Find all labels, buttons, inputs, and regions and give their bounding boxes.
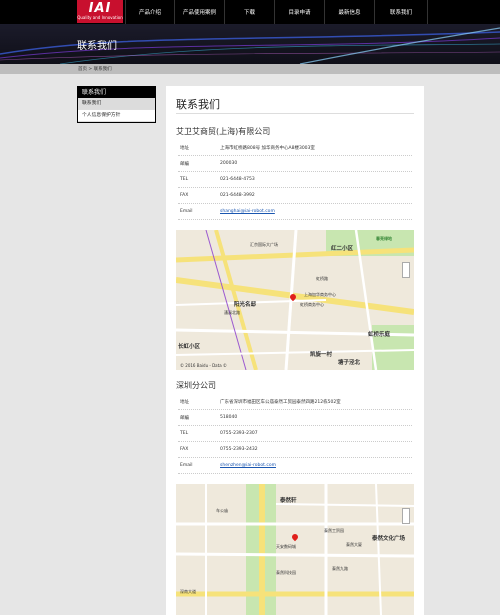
row-label: 地址 (180, 146, 189, 151)
map-label: 漕溪北路 (224, 310, 240, 315)
row-value: 200030 (220, 161, 238, 166)
map-label: 泰然文化广场 (372, 536, 406, 542)
info-row-fax: FAX 0755-2393-2432 (178, 442, 412, 458)
row-label: 地址 (180, 400, 189, 405)
map-label: 泰然工贸园 (324, 528, 344, 533)
row-label: FAX (180, 193, 189, 198)
map-label: 泰然科技园 (276, 570, 296, 575)
map-label: 天安数码城 (276, 544, 296, 549)
sidebar-item-contact[interactable]: 联系我们 (78, 98, 155, 110)
map-label: 春亮绿地 (376, 236, 392, 241)
page-banner: 联系我们 (0, 24, 500, 64)
nav-item-products[interactable]: 产品介绍 (125, 0, 174, 24)
map-label: 上海加华商务中心 (304, 292, 336, 297)
row-value: 0755-2393-2432 (220, 447, 258, 452)
shanghai-map[interactable]: 红二小区 春亮绿地 汇京国际大广场 虹桥路 漕溪北路 上海加华商务中心 虹桥商务… (176, 230, 414, 370)
info-row-fax: FAX 021-6448-3992 (178, 188, 412, 204)
row-value: 021-6448-3992 (220, 193, 255, 198)
map-label: 长虹小区 (178, 344, 201, 350)
page-title: 联系我们 (176, 98, 220, 111)
info-row-tel: TEL 021-6448-4753 (178, 172, 412, 188)
map-label: 车公庙 (216, 508, 228, 513)
map-label: 虹桥商务中心 (300, 302, 324, 307)
row-label: Email (180, 463, 193, 468)
sidebar-item-privacy[interactable]: 个人信息保护方针 (78, 110, 155, 122)
row-value: 0755-2393-2307 (220, 431, 258, 436)
main-content: 联系我们 艾卫艾商贸(上海)有限公司 地址 上海市虹桥路808号 加华商务中心A… (166, 86, 424, 615)
info-row-address: 地址 广东省深圳市福田区车公庙泰然工贸园泰然四路212栋502室 (178, 394, 412, 410)
info-row-tel: TEL 0755-2393-2307 (178, 426, 412, 442)
row-label: Email (180, 209, 193, 214)
nav-item-download[interactable]: 下载 (224, 0, 274, 24)
breadcrumb-text[interactable]: 首页 > 联系我们 (78, 66, 112, 72)
map-label: 泰然大厦 (346, 542, 362, 547)
row-label: 邮编 (180, 162, 189, 167)
map-label: 泰然轩 (280, 498, 297, 504)
row-label: FAX (180, 447, 189, 452)
nav-item-cases[interactable]: 产品使用案例 (174, 0, 224, 24)
email-link[interactable]: shenzhen@iai-robot.com (220, 463, 276, 468)
map-label: 阳光名邸 (234, 302, 257, 308)
map-label: 塘子泾北 (338, 360, 361, 366)
map-label: 泰然九路 (332, 566, 348, 571)
nav-item-contact[interactable]: 联系我们 (374, 0, 428, 24)
top-nav-bar: IAI Quality and Innovation 产品介绍 产品使用案例 下… (0, 0, 500, 24)
map-label: 汇京国际大广场 (250, 242, 278, 247)
nav-item-catalog[interactable]: 目录申请 (274, 0, 324, 24)
iai-logo[interactable]: IAI Quality and Innovation (77, 0, 123, 23)
office-name: 艾卫艾商贸(上海)有限公司 (176, 127, 271, 136)
breadcrumb: 首页 > 联系我们 (0, 64, 500, 74)
office-name: 深圳分公司 (176, 381, 216, 390)
nav-item-news[interactable]: 最新信息 (324, 0, 374, 24)
map-zoom-control[interactable] (402, 262, 410, 278)
map-copyright: © 2016 Baidu - Data © (180, 363, 227, 368)
banner-light-streaks (0, 27, 500, 64)
map-label: 虹桥乐庭 (368, 332, 391, 338)
logo-tagline: Quality and Innovation (77, 15, 123, 20)
info-row-address: 地址 上海市虹桥路808号 加华商务中心A8楼3003室 (178, 140, 412, 156)
sidebar-heading: 联系我们 (78, 87, 155, 98)
sidebar: 联系我们 联系我们 个人信息保护方针 (77, 86, 156, 123)
main-nav: 产品介绍 产品使用案例 下载 目录申请 最新信息 联系我们 (125, 0, 428, 24)
email-link[interactable]: shanghai@iai-robot.com (220, 209, 275, 214)
row-value: 518040 (220, 415, 238, 420)
banner-title: 联系我们 (77, 41, 117, 52)
shenzhen-map[interactable]: 泰然轩 泰然文化广场 车公庙 泰然大厦 泰然工贸园 深南大道 泰然九路 天安数码… (176, 484, 414, 615)
title-divider (176, 113, 414, 114)
map-label: 虹桥路 (316, 276, 328, 281)
row-label: TEL (180, 431, 189, 436)
info-row-email: Email shenzhen@iai-robot.com (178, 458, 412, 474)
map-label: 深南大道 (180, 589, 196, 594)
map-label: 红二小区 (331, 246, 354, 252)
row-value: 广东省深圳市福田区车公庙泰然工贸园泰然四路212栋502室 (220, 400, 341, 405)
info-row-postcode: 邮编 200030 (178, 156, 412, 172)
row-value: 021-6448-4753 (220, 177, 255, 182)
info-row-email: Email shanghai@iai-robot.com (178, 204, 412, 220)
info-row-postcode: 邮编 518040 (178, 410, 412, 426)
logo-text: IAI (88, 1, 112, 16)
row-label: TEL (180, 177, 189, 182)
row-value: 上海市虹桥路808号 加华商务中心A8楼3003室 (220, 146, 315, 151)
map-label: 凯旋一村 (310, 352, 333, 358)
map-zoom-control[interactable] (402, 508, 410, 524)
map-roads (176, 230, 414, 370)
row-label: 邮编 (180, 416, 189, 421)
